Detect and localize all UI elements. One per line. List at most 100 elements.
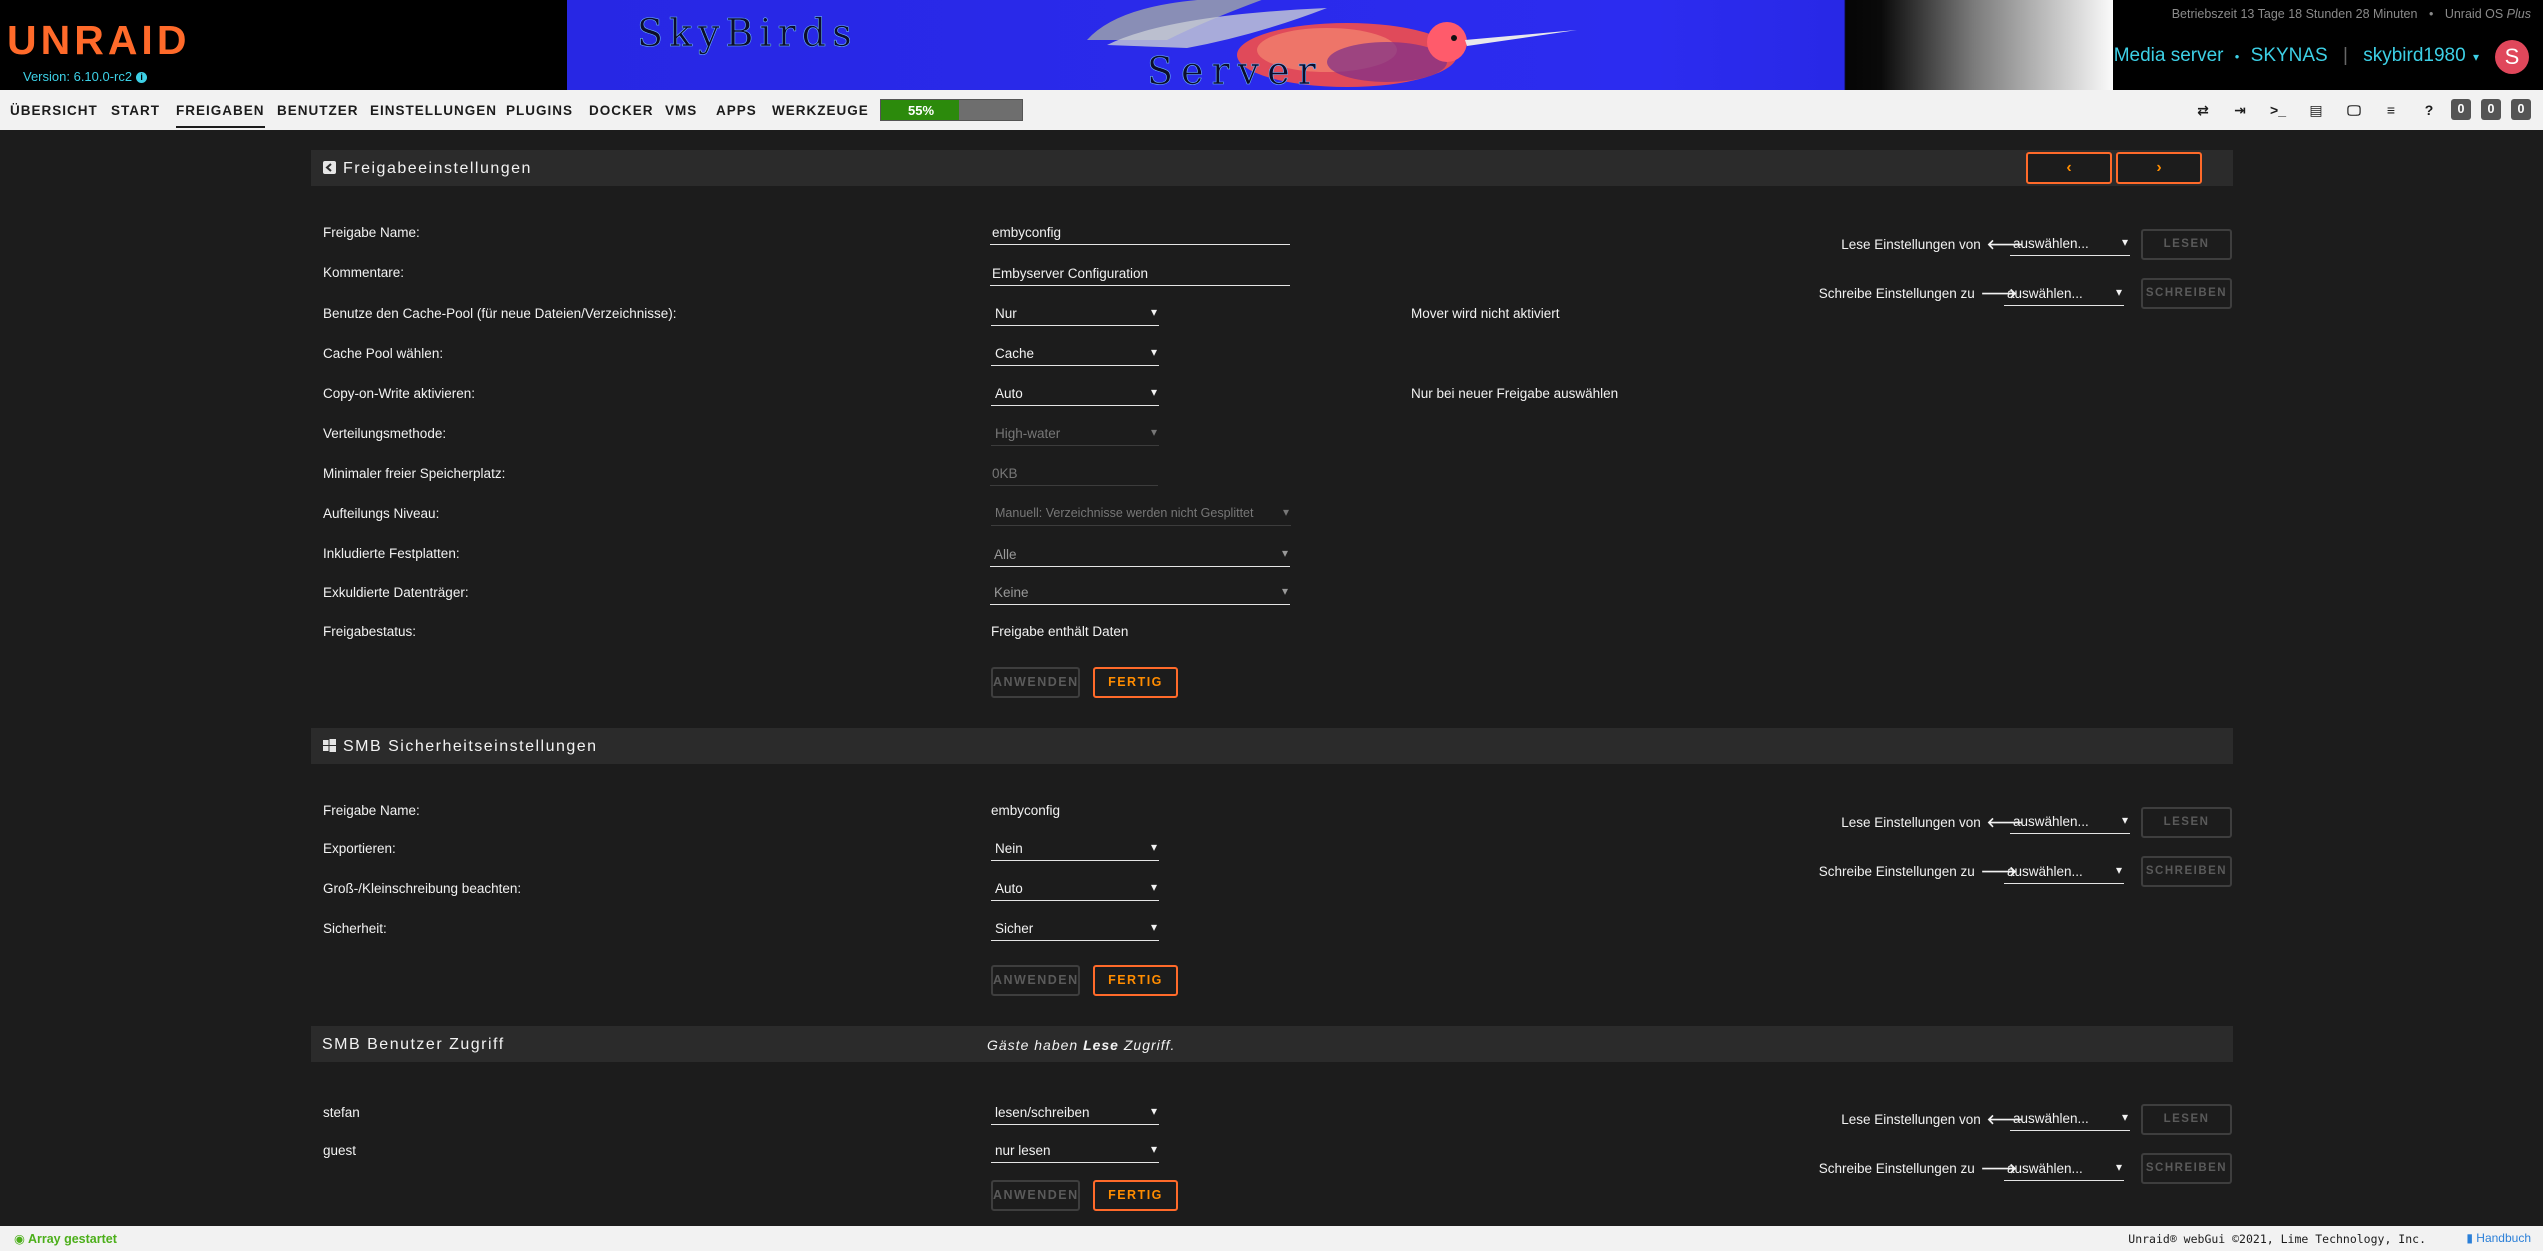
smb-write-settings-text: Schreibe Einstellungen zu bbox=[1818, 864, 1975, 879]
banner-text-2: Server bbox=[1147, 49, 1324, 90]
security-label: Sicherheit: bbox=[323, 921, 387, 936]
version-info[interactable]: Version: 6.10.0-rc2 i bbox=[23, 69, 148, 84]
cache-pool-label: Benutze den Cache-Pool (für neue Dateien… bbox=[323, 306, 677, 321]
logout-icon[interactable]: ⇥ bbox=[2230, 100, 2250, 120]
users-write-settings-select[interactable]: auswählen... bbox=[2004, 1157, 2124, 1181]
users-read-settings-label: Lese Einstellungen von 🡐 bbox=[1841, 1112, 2023, 1128]
unraid-logo[interactable]: UNRAID bbox=[7, 20, 190, 61]
terminal-icon[interactable]: >_ bbox=[2268, 100, 2288, 120]
export-select[interactable]: Nein bbox=[991, 837, 1159, 861]
footer: ◉ Array gestartet Unraid® webGui ©2021, … bbox=[0, 1226, 2543, 1251]
users-done-button[interactable]: FERTIG bbox=[1093, 1180, 1178, 1211]
previous-share-button[interactable]: ‹ bbox=[2026, 152, 2112, 184]
array-status-text: Array gestartet bbox=[27, 1232, 117, 1246]
user-access-select[interactable]: lesen/schreiben bbox=[991, 1101, 1159, 1125]
nav-apps[interactable]: APPS bbox=[716, 103, 757, 118]
system-info-icon[interactable]: 🖵 bbox=[2344, 100, 2364, 120]
nav-werkzeuge[interactable]: WERKZEUGE bbox=[772, 103, 869, 118]
header-right: Betriebszeit 13 Tage 18 Stunden 28 Minut… bbox=[2083, 0, 2543, 90]
feedback-icon[interactable]: ▤ bbox=[2306, 100, 2326, 120]
nav-vms[interactable]: VMS bbox=[665, 103, 697, 118]
array-status[interactable]: ◉ Array gestartet bbox=[14, 1231, 117, 1246]
allocation-method-select: High-water bbox=[991, 422, 1159, 446]
users-read-button[interactable]: LESEN bbox=[2141, 1104, 2232, 1135]
case-sensitive-label: Groß-/Kleinschreibung beachten: bbox=[323, 881, 522, 896]
smb-write-settings-select[interactable]: auswählen... bbox=[2004, 860, 2124, 884]
users-read-settings-text: Lese Einstellungen von bbox=[1841, 1112, 1981, 1127]
user-menu-caret-icon[interactable]: ▾ bbox=[2473, 50, 2479, 64]
nav-benutzer[interactable]: BENUTZER bbox=[277, 103, 359, 118]
pool-select[interactable]: Cache bbox=[991, 342, 1159, 366]
guest-access-note: Gäste haben Lese Zugriff. bbox=[987, 1037, 1175, 1053]
username[interactable]: skybird1980 bbox=[2363, 45, 2465, 66]
book-icon: ▮ bbox=[2466, 1231, 2473, 1245]
security-select[interactable]: Sicher bbox=[991, 917, 1159, 941]
smb-write-button[interactable]: SCHREIBEN bbox=[2141, 856, 2232, 887]
switch-language-icon[interactable]: ⇄ bbox=[2193, 100, 2213, 120]
users-write-button[interactable]: SCHREIBEN bbox=[2141, 1153, 2232, 1184]
nav-start[interactable]: START bbox=[111, 103, 160, 118]
read-settings-select[interactable]: auswählen... bbox=[2010, 232, 2130, 256]
share-status-label: Freigabestatus: bbox=[323, 624, 417, 639]
nav-einstellungen[interactable]: EINSTELLUNGEN bbox=[370, 103, 497, 118]
copyright: Unraid® webGui ©2021, Lime Technology, I… bbox=[2128, 1232, 2426, 1246]
main-nav: ÜBERSICHT START FREIGABEN BENUTZER EINST… bbox=[0, 90, 2543, 130]
min-free-space-label: Minimaler freier Speicherplatz: bbox=[323, 466, 506, 481]
info-icon[interactable]: i bbox=[136, 72, 148, 83]
manual-text: Handbuch bbox=[2476, 1231, 2531, 1245]
notification-badge-warnings[interactable]: 0 bbox=[2481, 99, 2501, 120]
case-sensitive-select[interactable]: Auto bbox=[991, 877, 1159, 901]
help-icon[interactable]: ? bbox=[2419, 100, 2439, 120]
comment-label: Kommentare: bbox=[323, 265, 405, 280]
smb-security-header: SMB Sicherheitseinstellungen bbox=[311, 728, 2233, 764]
header-banner: SkyBirds Server bbox=[567, 0, 2113, 90]
server-separator: | bbox=[2343, 45, 2348, 66]
nav-plugins[interactable]: PLUGINS bbox=[506, 103, 573, 118]
server-info[interactable]: Media server • SKYNAS | skybird1980 ▾ bbox=[2114, 45, 2479, 67]
users-read-settings-select[interactable]: auswählen... bbox=[2010, 1107, 2130, 1131]
write-settings-select[interactable]: auswählen... bbox=[2004, 282, 2124, 306]
write-button[interactable]: SCHREIBEN bbox=[2141, 278, 2232, 309]
included-disks-select[interactable]: Alle bbox=[990, 543, 1290, 567]
smb-read-settings-select[interactable]: auswählen... bbox=[2010, 810, 2130, 834]
smb-read-button[interactable]: LESEN bbox=[2141, 807, 2232, 838]
smb-done-button[interactable]: FERTIG bbox=[1093, 965, 1178, 996]
user-access-select[interactable]: nur lesen bbox=[991, 1139, 1159, 1163]
cache-pool-select[interactable]: Nur bbox=[991, 302, 1159, 326]
mover-note: Mover wird nicht aktiviert bbox=[1411, 306, 1560, 321]
excluded-disks-select[interactable]: Keine bbox=[990, 581, 1290, 605]
nav-uebersicht[interactable]: ÜBERSICHT bbox=[10, 103, 98, 118]
parity-progress-bar[interactable]: 55% bbox=[880, 99, 1023, 121]
split-level-select: Manuell: Verzeichnisse werden nicht Gesp… bbox=[991, 502, 1291, 526]
smb-apply-button[interactable]: ANWENDEN bbox=[991, 965, 1080, 996]
write-settings-text: Schreibe Einstellungen zu bbox=[1818, 286, 1975, 301]
share-settings-title: Freigabeeinstellungen bbox=[343, 160, 532, 177]
next-share-button[interactable]: › bbox=[2116, 152, 2202, 184]
users-apply-button[interactable]: ANWENDEN bbox=[991, 1180, 1080, 1211]
nav-freigaben[interactable]: FREIGABEN bbox=[176, 103, 265, 128]
user-name-label: guest bbox=[323, 1143, 357, 1158]
share-name-input[interactable]: embyconfig bbox=[990, 221, 1290, 245]
share-settings-header: Freigabeeinstellungen bbox=[311, 150, 2233, 186]
pool-select-label: Cache Pool wählen: bbox=[323, 346, 444, 361]
read-button[interactable]: LESEN bbox=[2141, 229, 2232, 260]
notification-badge-notices[interactable]: 0 bbox=[2511, 99, 2531, 120]
user-avatar[interactable]: S bbox=[2495, 40, 2529, 74]
cow-note: Nur bei neuer Freigabe auswählen bbox=[1411, 386, 1619, 401]
server-name: SKYNAS bbox=[2250, 45, 2328, 66]
done-button[interactable]: FERTIG bbox=[1093, 667, 1178, 698]
comment-input[interactable]: Embyserver Configuration bbox=[990, 262, 1290, 286]
notification-badge-alerts[interactable]: 0 bbox=[2451, 99, 2471, 120]
nav-docker[interactable]: DOCKER bbox=[589, 103, 654, 118]
uptime-separator: • bbox=[2428, 7, 2434, 21]
read-settings-text: Lese Einstellungen von bbox=[1841, 237, 1981, 252]
apply-button[interactable]: ANWENDEN bbox=[991, 667, 1080, 698]
smb-security-title: SMB Sicherheitseinstellungen bbox=[343, 738, 598, 755]
server-dot: • bbox=[2234, 49, 2240, 64]
license-prefix: Unraid OS bbox=[2444, 7, 2504, 21]
smb-share-name-label: Freigabe Name: bbox=[323, 803, 420, 818]
log-icon[interactable]: ≡ bbox=[2381, 100, 2401, 120]
cow-select[interactable]: Auto bbox=[991, 382, 1159, 406]
split-level-label: Aufteilungs Niveau: bbox=[323, 506, 440, 521]
manual-link[interactable]: ▮ Handbuch bbox=[2466, 1231, 2531, 1245]
